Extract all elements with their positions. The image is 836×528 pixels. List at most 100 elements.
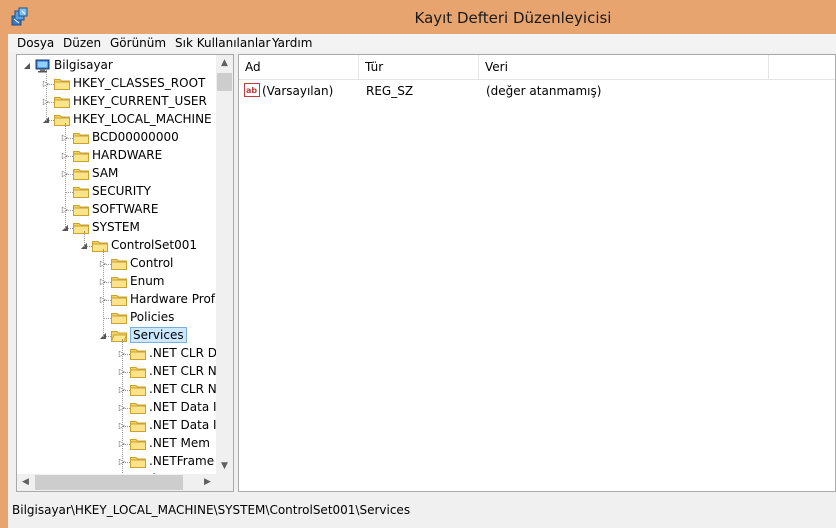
tree-node-services[interactable]: ◢ Services [17,327,217,345]
menu-bar: Dosya Düzen Görünüm Sık Kullanılanlar Ya… [8,34,836,52]
tree-node-net-clr-n[interactable]: ▷ .NET CLR N [17,381,217,399]
folder-icon [54,77,70,90]
tree-guide-line [65,123,66,229]
horizontal-scroll-thumb[interactable] [35,475,183,490]
folder-icon [92,239,108,252]
tree-node-software[interactable]: ▷ SOFTWARE [17,201,217,219]
tree-node-label: BCD00000000 [92,130,179,144]
tree-node-label: HKEY_CLASSES_ROOT [73,76,206,90]
vertical-scroll-thumb[interactable] [217,73,232,91]
tree-node-label: .NET CLR D [149,346,217,360]
tree-node-label: SECURITY [92,184,151,198]
tree-node-net-data-i[interactable]: ▷ .NET Data I [17,417,217,435]
folder-icon [130,437,146,450]
column-header-name[interactable]: Ad [239,55,359,79]
folder-icon [130,419,146,432]
computer-icon [35,59,51,73]
tree-node-hardware[interactable]: ▷ HARDWARE [17,147,217,165]
tree-guide-line [103,249,104,337]
tree-node-system[interactable]: ◢ SYSTEM [17,219,217,237]
tree-node-net-clr-d[interactable]: ▷ .NET CLR D [17,345,217,363]
title-bar[interactable]: Kayıt Defteri Düzenleyicisi [0,0,836,34]
tree-node-bilgisayar[interactable]: ◢ Bilgisayar [17,57,217,75]
tree-node-label: HKEY_LOCAL_MACHINE [73,112,212,126]
folder-icon [73,185,89,198]
tree-node-net-mem[interactable]: ▷ .NET Mem [17,435,217,453]
folder-icon [73,221,89,234]
tree-node-controlset001[interactable]: ◢ ControlSet001 [17,237,217,255]
tree-node-policies[interactable]: Policies [17,309,217,327]
tree-node-label: .NET Data I [149,400,217,414]
tree-node-label: .NET CLR N [149,382,217,396]
tree-node-label: HKEY_CURRENT_USER [73,94,207,108]
folder-icon [130,455,146,468]
menu-yardim[interactable]: Yardım [272,36,312,50]
column-header-data[interactable]: Veri [479,55,769,79]
tree-node-netframe[interactable]: ▷ .NETFrame [17,453,217,471]
tree-node-enum[interactable]: ▷ Enum [17,273,217,291]
tree-node-bcd00000000[interactable]: ▷ BCD00000000 [17,129,217,147]
key-tree-pane[interactable]: ◢ Bilgisayar ▷ HKEY_CLASSES_ROOT ▷ HKEY_CURRE… [16,54,234,492]
value-data: (değer atanmamış) [486,84,602,98]
scroll-down-arrow-icon[interactable]: ▼ [216,458,233,475]
values-list-pane[interactable]: Ad Tür Veri ab (Varsayılan) REG_SZ (değe… [238,54,836,492]
tree-node-label: Control [130,256,174,270]
folder-icon [73,203,89,216]
tree-node-label: ControlSet001 [111,238,197,252]
tree-node-label: HARDWARE [92,148,163,162]
tree-node-label: .NET CLR N [149,364,217,378]
column-header-empty [769,55,835,79]
tree-node-label: Policies [130,310,175,324]
tree-node-hkey-local-machine[interactable]: ◢ HKEY_LOCAL_MACHINE [17,111,217,129]
menu-duzen[interactable]: Düzen [63,36,101,50]
registry-editor-window: Kayıt Defteri Düzenleyicisi Dosya Düzen … [0,0,836,528]
tree-node-label: .NET Mem [149,436,210,450]
folder-icon [73,167,89,180]
menu-sik-kullanilanlar[interactable]: Sık Kullanılanlar [175,36,270,50]
folder-icon [111,311,127,324]
tree-node-label: Bilgisayar [54,58,113,72]
scrollbar-corner [216,474,233,491]
main-content: ◢ Bilgisayar ▷ HKEY_CLASSES_ROOT ▷ HKEY_CURRE… [8,52,836,494]
scroll-left-arrow-icon[interactable]: ◀ [17,474,34,491]
folder-icon [111,275,127,288]
folder-icon [54,95,70,108]
tree-guide-line [122,339,123,481]
value-row[interactable]: ab (Varsayılan) REG_SZ (değer atanmamış) [239,81,835,101]
tree-node-label: SYSTEM [92,220,140,234]
tree-vertical-scrollbar[interactable]: ▲ ▼ [216,55,233,475]
folder-open-icon [110,329,128,342]
tree-guide-line [84,231,85,247]
tree-node-net-clr-n[interactable]: ▷ .NET CLR N [17,363,217,381]
tree-node-control[interactable]: ▷ Control [17,255,217,273]
folder-icon [130,365,146,378]
tree-node-hardware-prof[interactable]: ▷ Hardware Prof [17,291,217,309]
tree-horizontal-scrollbar[interactable]: ◀ ▶ [17,474,216,491]
value-type: REG_SZ [366,84,414,98]
status-path: Bilgisayar\HKEY_LOCAL_MACHINE\SYSTEM\Con… [12,503,411,517]
tree-node-label: .NETFrame [149,454,215,468]
tree-node-label: SAM [92,166,119,180]
tree-node-sam[interactable]: ▷ SAM [17,165,217,183]
tree-node-net-data-i[interactable]: ▷ .NET Data I [17,399,217,417]
scroll-right-arrow-icon[interactable]: ▶ [199,474,216,491]
tree-node-label: Services [130,327,187,343]
folder-icon [130,401,146,414]
collapse-arrow-icon[interactable]: ◢ [23,61,31,70]
window-title: Kayıt Defteri Düzenleyicisi [414,9,612,27]
folder-icon [73,131,89,144]
menu-dosya[interactable]: Dosya [17,36,54,50]
tree-node-security[interactable]: SECURITY [17,183,217,201]
folder-icon [130,383,146,396]
folder-icon [111,257,127,270]
menu-gorunum[interactable]: Görünüm [110,36,166,50]
string-value-icon: ab [244,83,260,97]
list-header: Ad Tür Veri [239,55,835,80]
tree-node-label: .NET Data I [149,418,217,432]
tree-node-hkey-classes-root[interactable]: ▷ HKEY_CLASSES_ROOT [17,75,217,93]
tree-node-hkey-current-user[interactable]: ▷ HKEY_CURRENT_USER [17,93,217,111]
scroll-up-arrow-icon[interactable]: ▲ [216,55,233,72]
tree-guide-line [46,69,47,121]
column-header-type[interactable]: Tür [359,55,479,79]
tree-node-label: Hardware Prof [130,292,216,306]
